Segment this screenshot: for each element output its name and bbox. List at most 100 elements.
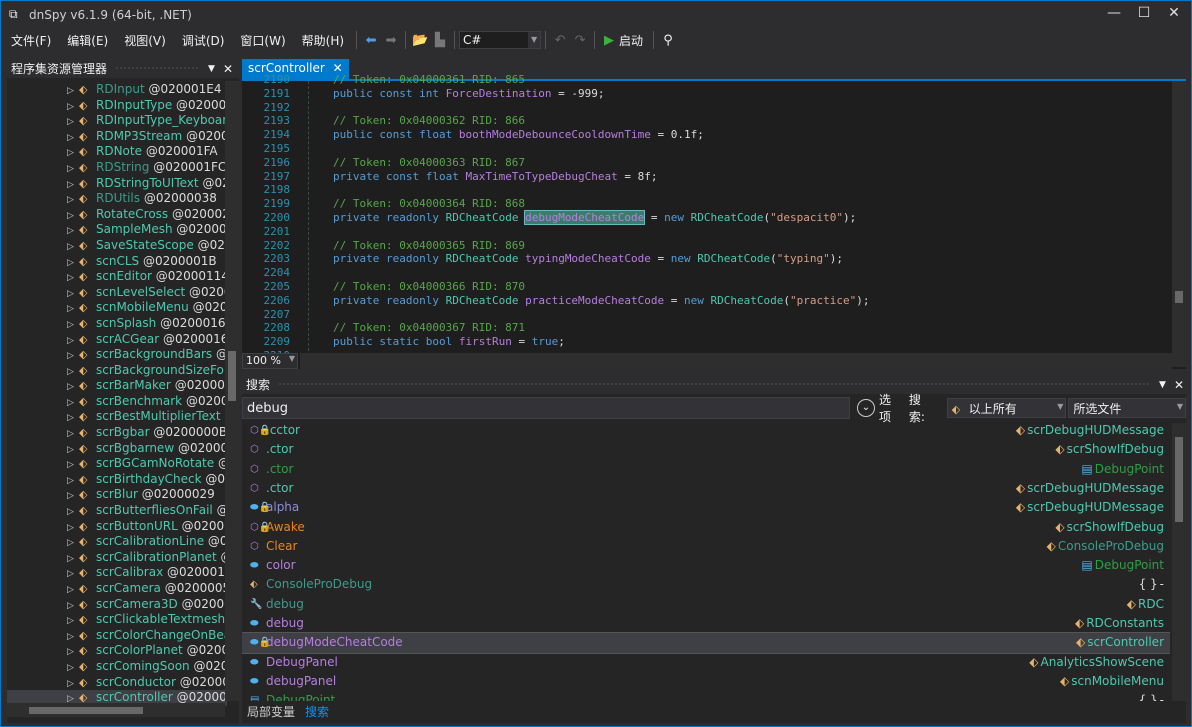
tree-item[interactable]: ▷⬖ scrBgbarnew @020000	[7, 441, 227, 457]
expand-icon[interactable]: ▷	[67, 349, 79, 363]
tree-item[interactable]: ▷ ⬖ RDInput @020001E4	[7, 82, 227, 98]
tree-item[interactable]: ▷⬖ RDInputType @020001E	[7, 98, 227, 114]
search-result[interactable]: ⬬🔒 alpha ⬖ scrDebugHUDMessage	[242, 498, 1170, 517]
expand-icon[interactable]: ▷	[67, 256, 79, 270]
tree-item[interactable]: ▷⬖scrBackgroundBars @0	[7, 347, 227, 363]
search-result[interactable]: ⬬ DebugPanel ⬖ AnalyticsShowScene	[242, 653, 1170, 672]
tree-item[interactable]: ▷ ⬖ RDUtils @02000038	[7, 191, 227, 207]
expand-icon[interactable]: ▷	[67, 115, 79, 129]
menu-file[interactable]: 文件(F)	[1, 32, 59, 49]
expand-icon[interactable]: ▷	[67, 334, 79, 348]
close-icon[interactable]: ✕	[1174, 378, 1184, 392]
tree-item[interactable]: ▷⬖scrCalibrationPlanet @0	[7, 550, 227, 566]
expand-icon[interactable]: ▷	[67, 193, 79, 207]
tree-item[interactable]: ▷⬖ scrConductor @020000	[7, 675, 227, 691]
expand-icon[interactable]: ▷	[67, 583, 79, 597]
minimize-button[interactable]: —	[1099, 5, 1129, 21]
expand-icon[interactable]: ▷	[67, 84, 79, 98]
tree-item[interactable]: ▷⬖ RDStringToUIText @020	[7, 176, 227, 192]
search-result[interactable]: ⬡ .ctor ▤ DebugPoint	[242, 460, 1170, 479]
tab-locals[interactable]: 局部变量	[242, 701, 300, 721]
expand-icon[interactable]: ▷	[67, 536, 79, 550]
tree-item[interactable]: ▷ ⬖ RDInputType_Keyboard	[7, 113, 227, 129]
editor-horizontal-scrollbar[interactable]	[300, 353, 1172, 369]
expand-icon[interactable]: ▷	[67, 411, 79, 425]
expand-icon[interactable]: ▷	[67, 100, 79, 114]
tab-search[interactable]: 搜索	[300, 701, 335, 721]
search-result[interactable]: ⬖ ConsoleProDebug { } -	[242, 575, 1170, 594]
tree-item[interactable]: ▷⬖ scrComingSoon @0200	[7, 659, 227, 675]
options-chevron-icon[interactable]: ⌄	[857, 399, 875, 417]
tree-item[interactable]: ▷⬖scrBestMultiplierText @	[7, 409, 227, 425]
search-input[interactable]: debug	[242, 397, 850, 419]
code-editor[interactable]: 2190 // Token: 0x04000361 RID: 865 2191 pub…	[242, 73, 1186, 369]
grip[interactable]	[278, 382, 1152, 387]
search-icon[interactable]: ⚲	[658, 33, 678, 48]
tree-horizontal-scrollbar[interactable]	[7, 703, 225, 717]
open-folder-icon[interactable]: 📂	[410, 33, 430, 48]
save-icon[interactable]: ▙	[430, 33, 450, 48]
tree-item[interactable]: ▷⬖scrButterfliesOnFail @0	[7, 503, 227, 519]
expand-icon[interactable]: ▷	[67, 645, 79, 659]
editor-vertical-scrollbar[interactable]	[1172, 81, 1186, 367]
expand-icon[interactable]: ▷	[67, 443, 79, 457]
search-result[interactable]: ⬬🔒 debugModeCheatCode ⬖ scrController	[242, 632, 1170, 654]
tree-item[interactable]: ▷ ⬖ scrColorChangeOnBeat	[7, 628, 227, 644]
tree-item[interactable]: ▷ ⬖ scrBlur @02000029	[7, 487, 227, 503]
scrollbar-thumb[interactable]	[1175, 291, 1183, 303]
search-result[interactable]: ▤ DebugPoint { } -	[242, 691, 1170, 701]
search-result[interactable]: ⬡ .ctor ⬖ scrDebugHUDMessage	[242, 479, 1170, 498]
expand-icon[interactable]: ▷	[67, 302, 79, 316]
tree-item[interactable]: ▷ ⬖ scnSplash @02000163	[7, 316, 227, 332]
expand-icon[interactable]: ▷	[67, 178, 79, 192]
forward-icon[interactable]: ➡	[381, 33, 401, 48]
expand-icon[interactable]: ▷	[67, 630, 79, 644]
search-scope-select[interactable]: ⬖ 以上所有 ▼	[946, 398, 1067, 418]
undo-icon[interactable]: ↶	[550, 33, 570, 48]
tree-item[interactable]: ▷ ⬖ scnCLS @0200001B	[7, 254, 227, 270]
search-result[interactable]: 🔧 debug ⬖ RDC	[242, 595, 1170, 614]
expand-icon[interactable]: ▷	[67, 677, 79, 691]
search-result[interactable]: ⬡ .ctor ⬖ scrShowIfDebug	[242, 440, 1170, 459]
results-vertical-scrollbar[interactable]	[1172, 423, 1186, 701]
tree-item[interactable]: ▷⬖ scnMobileMenu @0200	[7, 300, 227, 316]
tree-vertical-scrollbar[interactable]	[225, 81, 239, 701]
tree-item[interactable]: ▷⬖ scrButtonURL @020001	[7, 519, 227, 535]
tree-item[interactable]: ▷ ⬖ scrBgbar @0200000B	[7, 425, 227, 441]
tree-item[interactable]: ▷ ⬖ RDString @020001FC	[7, 160, 227, 176]
search-result[interactable]: ⬬ color ▤ DebugPoint	[242, 556, 1170, 575]
tree-item[interactable]: ▷⬖ SampleMesh @0200022	[7, 222, 227, 238]
tree-item[interactable]: ▷⬖ scrBenchmark @02000	[7, 394, 227, 410]
menu-debug[interactable]: 调试(D)	[174, 32, 233, 49]
expand-icon[interactable]: ▷	[67, 380, 79, 394]
expand-icon[interactable]: ▷	[67, 162, 79, 176]
tree-item[interactable]: ▷⬖scrBGCamNoRotate @0	[7, 456, 227, 472]
language-select[interactable]: C# ▼	[459, 31, 542, 49]
zoom-select[interactable]: 100 % ▼	[242, 353, 298, 369]
tree-item[interactable]: ▷⬖ RotateCross @0200022	[7, 207, 227, 223]
menu-help[interactable]: 帮助(H)	[294, 32, 352, 49]
options-button[interactable]: 选项	[879, 391, 903, 425]
tree-item[interactable]: ▷⬖ scrColorPlanet @02000	[7, 643, 227, 659]
tree-item[interactable]: ▷ ⬖ scrBackgroundSizeFollo	[7, 363, 227, 379]
expand-icon[interactable]: ▷	[67, 271, 79, 285]
expand-icon[interactable]: ▷	[67, 567, 79, 581]
search-result[interactable]: ⬡🔒 .cctor ⬖ scrDebugHUDMessage	[242, 421, 1170, 440]
maximize-button[interactable]: ☐	[1129, 5, 1159, 21]
expand-icon[interactable]: ▷	[67, 489, 79, 503]
scrollbar-thumb[interactable]	[1175, 437, 1183, 522]
tree-item[interactable]: ▷⬖scrClickableTextmesh @	[7, 612, 227, 628]
expand-icon[interactable]: ▷	[67, 521, 79, 535]
dropdown-icon[interactable]: ▼	[208, 64, 215, 74]
expand-icon[interactable]: ▷	[67, 474, 79, 488]
expand-icon[interactable]: ▷	[67, 224, 79, 238]
tree-item[interactable]: ▷⬖ RDMP3Stream @02000	[7, 129, 227, 145]
tree-item[interactable]: ▷⬖ scrBirthdayCheck @020	[7, 472, 227, 488]
expand-icon[interactable]: ▷	[67, 614, 79, 628]
expand-icon[interactable]: ▷	[67, 458, 79, 472]
expand-icon[interactable]: ▷	[67, 240, 79, 254]
expand-icon[interactable]: ▷	[67, 661, 79, 675]
expand-icon[interactable]: ▷	[67, 365, 79, 379]
close-icon[interactable]: ✕	[223, 62, 233, 76]
start-button[interactable]: 启动	[619, 32, 643, 49]
